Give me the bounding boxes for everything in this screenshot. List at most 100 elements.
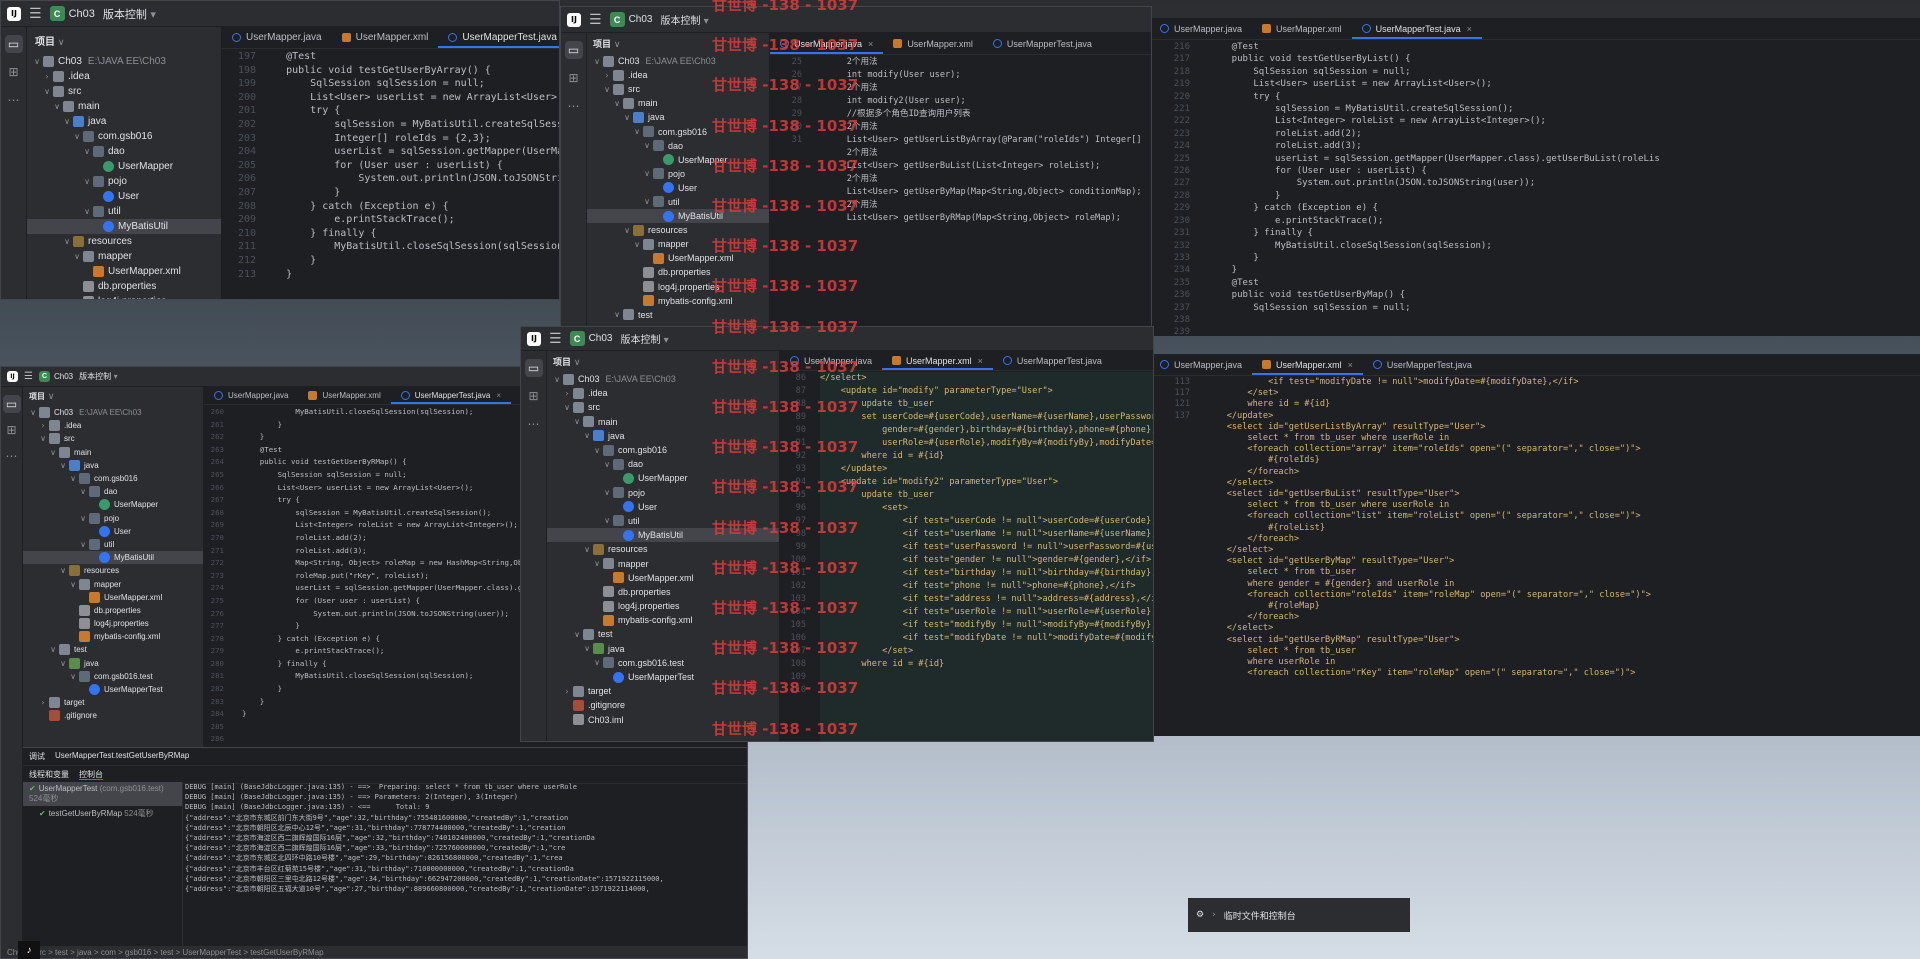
tree-item[interactable]: .gitignore [23, 709, 203, 722]
close-tab-icon[interactable]: × [978, 356, 983, 366]
tab-usermapper-xml[interactable]: UserMapper.xml [1252, 18, 1352, 39]
tree-item[interactable]: ∨ src [587, 82, 769, 96]
project-panel-title[interactable]: 项目 [587, 33, 769, 54]
tab-usermappertest-java[interactable]: UserMapperTest.java [983, 33, 1102, 54]
chevron-down-icon[interactable]: ∨ [601, 488, 613, 497]
chevron-down-icon[interactable]: ∨ [47, 448, 59, 457]
tree-item[interactable]: UserMapper [587, 153, 769, 167]
close-tab-icon[interactable]: × [496, 391, 501, 400]
tab-usermapper-java[interactable]: UserMapper.java [780, 351, 882, 370]
more-tools-icon[interactable]: ⋯ [525, 415, 543, 433]
tree-item[interactable]: › .idea [547, 386, 779, 400]
code-area[interactable]: @Test public void testGetUserByList() { … [1210, 41, 1920, 336]
project-switcher[interactable]: C Ch03 [609, 12, 652, 27]
test-child-row[interactable]: ✔ testGetUserByRMap 524毫秒 [23, 806, 182, 821]
tree-item[interactable]: ∨ Ch03 E:\JAVA EE\Ch03 [23, 406, 203, 419]
chevron-down-icon[interactable]: ∨ [47, 645, 59, 654]
chevron-down-icon[interactable]: ∨ [71, 252, 83, 261]
chevron-down-icon[interactable]: ∨ [581, 545, 593, 554]
chevron-right-icon[interactable]: › [41, 72, 53, 81]
chevron-down-icon[interactable]: ∨ [77, 514, 89, 523]
chevron-down-icon[interactable]: ∨ [27, 408, 39, 417]
tab-usermappertest-java[interactable]: UserMapperTest.java [1363, 354, 1482, 375]
main-menu-icon[interactable]: ☰ [549, 331, 562, 347]
tree-item[interactable]: MyBatisUtil [587, 209, 769, 224]
chevron-right-icon[interactable]: › [561, 389, 573, 398]
chevron-down-icon[interactable]: ∨ [57, 461, 69, 470]
chevron-down-icon[interactable]: ∨ [611, 310, 623, 319]
project-switcher[interactable]: C Ch03 [569, 331, 612, 346]
threads-tab[interactable]: 线程和变量 [29, 769, 69, 780]
tree-item[interactable]: .gitignore [547, 698, 779, 712]
tree-item[interactable]: ∨ pojo [27, 174, 221, 189]
chevron-down-icon[interactable]: ∨ [601, 460, 613, 469]
status-breadcrumb[interactable]: Ch03 > src > test > java > com > gsb016 … [7, 948, 324, 957]
tree-item[interactable]: UserMapper [547, 471, 779, 485]
tree-item[interactable]: log4j.properties [23, 617, 203, 630]
chevron-down-icon[interactable]: ∨ [591, 658, 603, 667]
tree-item[interactable]: mybatis-config.xml [23, 630, 203, 643]
tree-item[interactable]: ∨ test [547, 627, 779, 641]
tree-item[interactable]: ∨ resources [27, 234, 221, 249]
tree-item[interactable]: ∨ main [587, 96, 769, 110]
tree-item[interactable]: ∨ dao [547, 457, 779, 471]
tree-item[interactable]: UserMapper [27, 159, 221, 174]
close-tab-icon[interactable]: × [1467, 24, 1472, 34]
taskbar-app-icon[interactable]: ♪ [18, 941, 40, 959]
chevron-down-icon[interactable]: ∨ [641, 169, 653, 178]
tree-item[interactable]: ∨ com.gsb016.test [23, 670, 203, 683]
tree-item[interactable]: ∨ dao [587, 139, 769, 153]
project-panel-title[interactable]: 项目 [23, 387, 203, 406]
tree-item[interactable]: ∨ dao [23, 485, 203, 498]
tab-usermapper-xml[interactable]: UserMapper.xml [332, 27, 439, 48]
tree-item[interactable]: ∨ Ch03 E:\JAVA EE\Ch03 [27, 54, 221, 69]
console-output[interactable]: DEBUG [main] (BaseJdbcLogger.java:135) -… [185, 782, 747, 949]
tab-usermapper-java[interactable]: UserMapper.java [222, 27, 332, 48]
tree-item[interactable]: ∨ java [23, 459, 203, 472]
tree-item[interactable]: db.properties [587, 265, 769, 279]
debug-panel-label[interactable]: 调试 [29, 751, 45, 762]
tree-item[interactable]: log4j.properties [587, 280, 769, 294]
tree-item[interactable]: UserMapper.xml [547, 571, 779, 585]
close-tab-icon[interactable]: × [1348, 360, 1353, 370]
tree-item[interactable]: ∨ java [547, 642, 779, 656]
project-switcher[interactable]: C Ch03 [49, 6, 95, 21]
vcs-menu[interactable]: 版本控制 [103, 6, 156, 22]
chevron-down-icon[interactable]: ∨ [31, 57, 43, 66]
tree-item[interactable]: ∨ main [23, 446, 203, 459]
tree-item[interactable]: UserMapperTest [547, 670, 779, 684]
chevron-down-icon[interactable]: ∨ [81, 147, 93, 156]
tab-usermapper-xml[interactable]: UserMapper.xml [298, 387, 390, 404]
tree-item[interactable]: UserMapperTest [23, 683, 203, 696]
chevron-right-icon[interactable]: › [561, 687, 573, 696]
chevron-down-icon[interactable]: ∨ [621, 226, 633, 235]
tree-item[interactable]: › target [23, 696, 203, 709]
vcs-menu[interactable]: 版本控制 [79, 371, 118, 382]
tree-item[interactable]: › .idea [27, 69, 221, 84]
tree-item[interactable]: db.properties [547, 585, 779, 599]
chevron-right-icon[interactable]: › [37, 698, 49, 707]
project-tool-icon[interactable]: ▭ [2, 395, 21, 413]
main-menu-icon[interactable]: ☰ [24, 371, 33, 382]
code-area[interactable]: <if test="modifyDate != null">modifyDate… [1206, 377, 1920, 736]
chevron-down-icon[interactable]: ∨ [71, 132, 83, 141]
chevron-down-icon[interactable]: ∨ [551, 375, 563, 384]
chevron-down-icon[interactable]: ∨ [77, 487, 89, 496]
code-area[interactable]: </select> <update id="modify" parameterT… [820, 372, 1153, 741]
tree-item[interactable]: db.properties [23, 604, 203, 617]
code-area[interactable]: 2个用法 int modify(User user); 2个用法 int mod… [826, 56, 1151, 337]
chevron-down-icon[interactable]: ∨ [581, 644, 593, 653]
chevron-down-icon[interactable]: ∨ [591, 446, 603, 455]
tree-item[interactable]: ∨ util [27, 204, 221, 219]
chevron-down-icon[interactable]: ∨ [601, 516, 613, 525]
tab-usermapper-java[interactable]: UserMapper.java × [770, 33, 883, 54]
tree-item[interactable]: ∨ resources [587, 223, 769, 237]
scratches-bar[interactable]: ⚙ › 临时文件和控制台 [1188, 898, 1410, 932]
structure-tool-icon[interactable]: ⊞ [3, 421, 21, 439]
tree-item[interactable]: ∨ com.gsb016 [23, 472, 203, 485]
tree-item[interactable]: ∨ mapper [27, 249, 221, 264]
chevron-down-icon[interactable]: ∨ [61, 117, 73, 126]
tree-item[interactable]: User [23, 525, 203, 538]
tab-usermapper-java[interactable]: UserMapper.java [204, 387, 298, 404]
tree-item[interactable]: › .idea [23, 419, 203, 432]
